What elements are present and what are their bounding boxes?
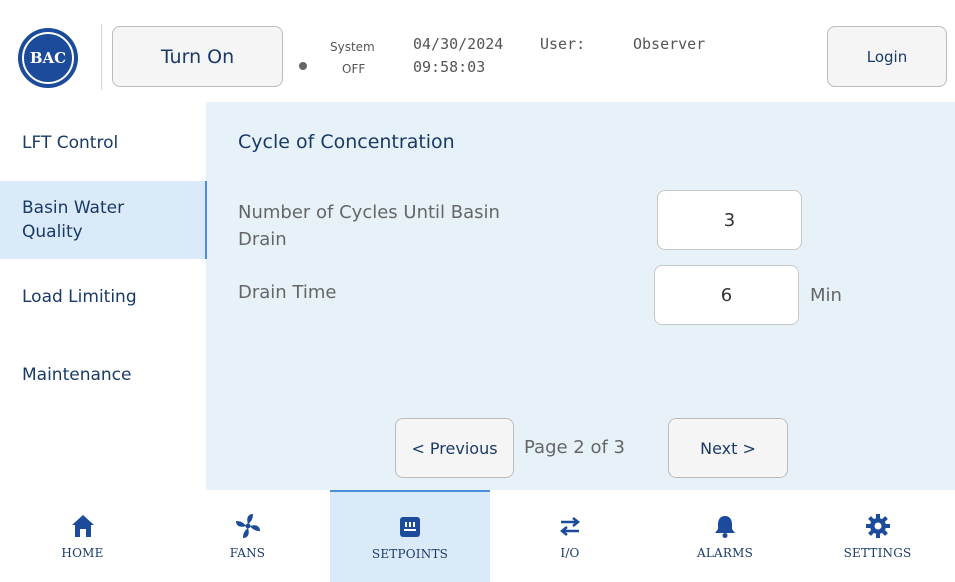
user-name: Observer (633, 35, 706, 53)
nav-label: FANS (229, 546, 266, 560)
system-state: OFF (342, 62, 366, 76)
drain-time-input[interactable]: 6 (654, 265, 799, 325)
user-label: User: (540, 35, 586, 53)
sidebar-item-label: Basin Water Quality (22, 198, 125, 242)
drain-time-label: Drain Time (238, 282, 337, 303)
logo-text: BAC (29, 49, 67, 67)
fan-icon (234, 512, 262, 540)
sidebar-item-label: LFT Control (22, 133, 119, 153)
nav-settings[interactable]: SETTINGS (800, 490, 955, 582)
sidebar-item-basin-water-quality[interactable]: Basin Water Quality (0, 181, 207, 259)
sidebar-item-load-limiting[interactable]: Load Limiting (0, 272, 207, 322)
page-title: Cycle of Concentration (238, 131, 455, 153)
setpoints-icon (396, 513, 424, 541)
nav-label: HOME (61, 546, 104, 560)
system-status-indicator (299, 62, 307, 70)
login-button[interactable]: Login (827, 26, 947, 87)
header-divider (101, 24, 102, 90)
nav-label: SETPOINTS (371, 547, 449, 561)
nav-alarms[interactable]: ALARMS (650, 490, 800, 582)
next-page-button[interactable]: Next > (668, 418, 788, 478)
nav-setpoints[interactable]: SETPOINTS (330, 490, 490, 582)
system-label: System (330, 40, 375, 54)
home-icon (69, 512, 97, 540)
sidebar-item-label: Load Limiting (22, 287, 137, 307)
sidebar-item-maintenance[interactable]: Maintenance (0, 350, 207, 400)
nav-home[interactable]: HOME (0, 490, 165, 582)
date-display: 04/30/2024 (413, 35, 504, 53)
nav-fans[interactable]: FANS (165, 490, 330, 582)
logo-ring: BAC (22, 32, 74, 84)
cycles-until-drain-input[interactable]: 3 (657, 190, 802, 250)
bell-icon (711, 512, 739, 540)
sidebar-item-lft-control[interactable]: LFT Control (0, 118, 207, 168)
nav-label: SETTINGS (843, 546, 912, 560)
nav-label: I/O (560, 546, 580, 560)
sidebar-item-label: Maintenance (22, 365, 132, 385)
page-indicator: Page 2 of 3 (524, 437, 625, 458)
io-arrows-icon (556, 512, 584, 540)
bac-logo: BAC (18, 28, 78, 88)
cycles-until-drain-label: Number of Cycles Until Basin Drain (238, 202, 500, 250)
time-display: 09:58:03 (413, 58, 486, 76)
previous-page-button[interactable]: < Previous (395, 418, 514, 478)
drain-time-unit: Min (810, 285, 842, 306)
turn-on-button[interactable]: Turn On (112, 26, 283, 87)
gear-icon (864, 512, 892, 540)
nav-io[interactable]: I/O (490, 490, 650, 582)
nav-label: ALARMS (696, 546, 754, 560)
